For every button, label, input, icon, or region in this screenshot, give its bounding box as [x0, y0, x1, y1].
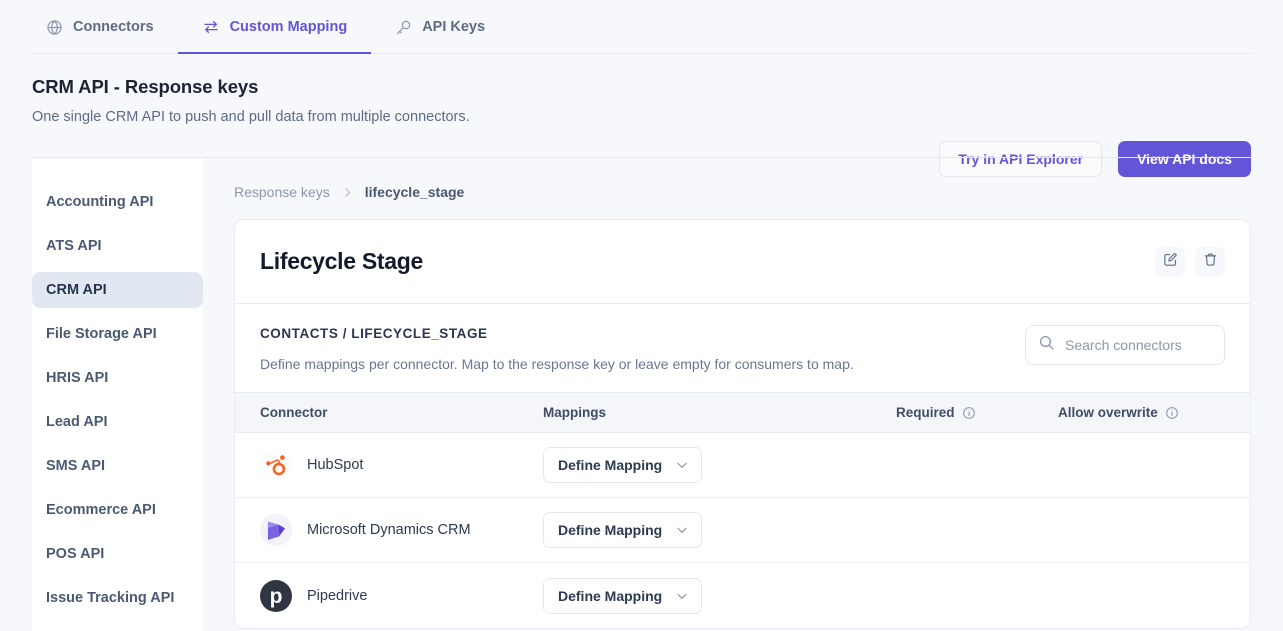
sidebar-item-label: Ecommerce API — [46, 502, 156, 518]
search-input[interactable] — [1065, 337, 1212, 353]
sidebar-item-ecommerce-api[interactable]: Ecommerce API — [32, 492, 203, 528]
edit-pencil-icon — [1163, 252, 1178, 272]
sidebar-item-label: ATS API — [46, 238, 102, 254]
column-header-mappings-label: Mappings — [543, 405, 606, 420]
column-header-mappings: Mappings — [543, 405, 896, 420]
card-section: CONTACTS / LIFECYCLE_STAGE Define mappin… — [235, 304, 1250, 392]
mappings-cell: Define Mapping — [543, 512, 896, 548]
define-mapping-dropdown[interactable]: Define Mapping — [543, 512, 703, 548]
trash-icon — [1203, 252, 1218, 272]
try-in-api-explorer-button[interactable]: Try in API Explorer — [939, 141, 1103, 177]
sidebar-item-accounting-api[interactable]: Accounting API — [32, 184, 203, 220]
mappings-cell: Define Mapping — [543, 577, 896, 614]
table-header-row: Connector Mappings Required Allow overwr… — [235, 392, 1250, 433]
tab-custom-mapping[interactable]: Custom Mapping — [177, 0, 372, 54]
sidebar-item-sms-api[interactable]: SMS API — [32, 448, 203, 484]
response-key-card: Lifecycle Stage CONTACTS / LIFECYCLE_STA… — [234, 219, 1251, 629]
api-sidebar: Accounting API ATS API CRM API File Stor… — [32, 158, 203, 631]
column-header-allow-overwrite: Allow overwrite — [1058, 405, 1225, 420]
hubspot-logo — [260, 449, 292, 481]
view-api-docs-button[interactable]: View API docs — [1118, 141, 1251, 177]
tab-api-keys-label: API Keys — [422, 19, 486, 35]
tab-api-keys[interactable]: API Keys — [371, 0, 509, 54]
page-header-actions: Try in API Explorer View API docs — [939, 141, 1251, 177]
table-row: Microsoft Dynamics CRM Define Mapping — [235, 498, 1250, 563]
page-header: CRM API - Response keys One single CRM A… — [0, 54, 1283, 177]
connector-cell: Microsoft Dynamics CRM — [260, 514, 543, 546]
card-header: Lifecycle Stage — [235, 220, 1250, 304]
connector-cell: HubSpot — [260, 449, 543, 481]
column-header-required: Required — [896, 405, 1058, 420]
exchange-arrows-icon — [202, 18, 220, 36]
edit-button[interactable] — [1155, 246, 1185, 277]
info-icon[interactable] — [1165, 406, 1179, 420]
column-header-connector: Connector — [260, 405, 543, 420]
column-header-connector-label: Connector — [260, 405, 328, 420]
column-header-required-label: Required — [896, 405, 955, 420]
card-actions — [1155, 246, 1225, 277]
search-icon — [1038, 334, 1055, 356]
search-connectors[interactable] — [1025, 325, 1225, 365]
breadcrumb-response-keys[interactable]: Response keys — [234, 184, 330, 200]
sidebar-item-label: POS API — [46, 546, 105, 562]
column-header-allow-overwrite-label: Allow overwrite — [1058, 405, 1158, 420]
page-subtitle: One single CRM API to push and pull data… — [32, 109, 470, 125]
chevron-down-icon — [675, 458, 689, 472]
sidebar-item-label: CRM API — [46, 282, 107, 298]
sidebar-item-label: Accounting API — [46, 194, 154, 210]
globe-icon — [46, 19, 63, 36]
sidebar-item-label: Issue Tracking API — [46, 590, 175, 606]
delete-button[interactable] — [1195, 246, 1225, 277]
sidebar-item-issue-tracking-api[interactable]: Issue Tracking API — [32, 580, 203, 616]
breadcrumb: Response keys lifecycle_stage — [234, 184, 1251, 200]
breadcrumb-current: lifecycle_stage — [364, 184, 465, 200]
sidebar-item-crm-api[interactable]: CRM API — [32, 272, 203, 308]
sidebar-item-ats-api[interactable]: ATS API — [32, 228, 203, 264]
connector-name: Pipedrive — [307, 587, 368, 604]
sidebar-item-label: File Storage API — [46, 326, 157, 342]
sidebar-item-lead-api[interactable]: Lead API — [32, 404, 203, 440]
connector-name: HubSpot — [307, 457, 364, 473]
sidebar-item-pos-api[interactable]: POS API — [32, 536, 203, 572]
tab-custom-mapping-label: Custom Mapping — [229, 19, 348, 35]
table-row: p Pipedrive Define Mapping — [235, 563, 1250, 628]
page-title: CRM API - Response keys — [32, 76, 259, 97]
tab-connectors[interactable]: Connectors — [32, 0, 178, 54]
top-tabbar: Connectors Custom Mapping API Keys — [0, 0, 1283, 54]
pipedrive-letter: p — [269, 585, 283, 608]
mappings-cell: Define Mapping — [543, 447, 896, 483]
tab-connectors-label: Connectors — [73, 19, 154, 35]
pipedrive-logo: p — [260, 579, 292, 612]
sidebar-item-label: HRIS API — [46, 370, 109, 386]
define-mapping-label: Define Mapping — [558, 587, 663, 604]
define-mapping-dropdown[interactable]: Define Mapping — [543, 577, 703, 614]
chevron-right-icon — [341, 186, 354, 199]
microsoft-dynamics-logo — [260, 514, 292, 546]
define-mapping-label: Define Mapping — [558, 522, 663, 538]
key-icon — [395, 19, 412, 36]
connector-name: Microsoft Dynamics CRM — [307, 522, 471, 538]
chevron-down-icon — [675, 523, 689, 537]
main-content: Response keys lifecycle_stage Lifecycle … — [203, 158, 1283, 631]
define-mapping-label: Define Mapping — [558, 457, 663, 473]
page-body: Accounting API ATS API CRM API File Stor… — [0, 158, 1283, 631]
sidebar-item-hris-api[interactable]: HRIS API — [32, 360, 203, 396]
sidebar-item-label: SMS API — [46, 458, 106, 474]
table-row: HubSpot Define Mapping — [235, 433, 1250, 498]
connector-cell: p Pipedrive — [260, 579, 543, 612]
define-mapping-dropdown[interactable]: Define Mapping — [543, 447, 703, 483]
chevron-down-icon — [675, 589, 689, 603]
info-icon[interactable] — [962, 406, 976, 420]
sidebar-item-label: Lead API — [46, 414, 108, 430]
sidebar-item-file-storage-api[interactable]: File Storage API — [32, 316, 203, 352]
card-title: Lifecycle Stage — [260, 248, 423, 274]
